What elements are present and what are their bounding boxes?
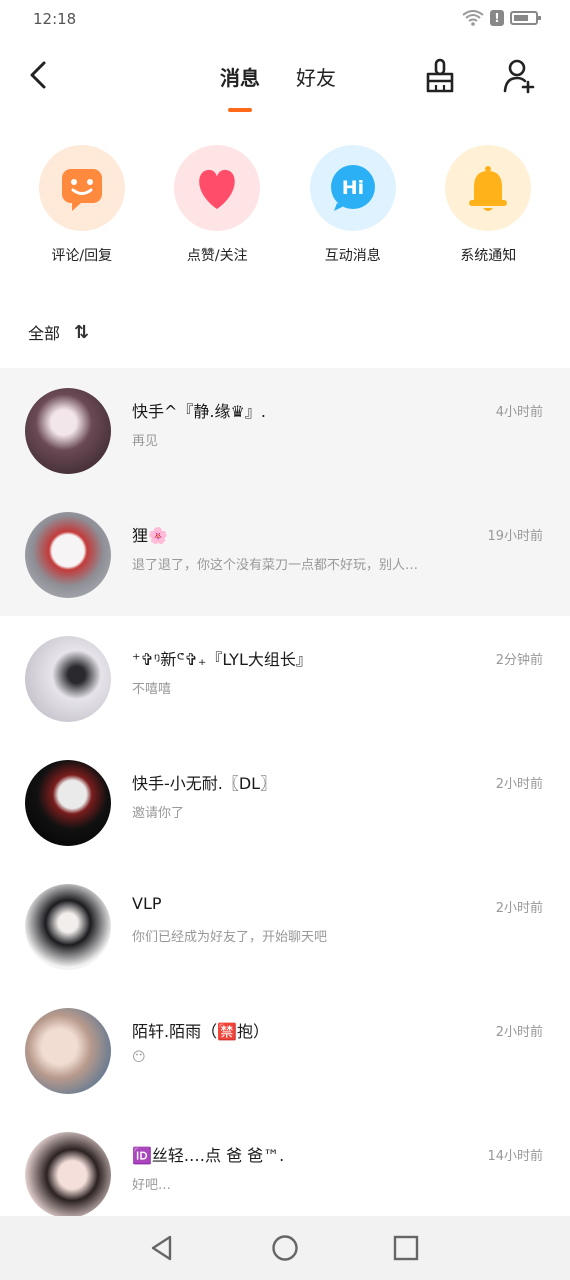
status-time: 12:18 — [33, 10, 77, 28]
conversation-name: 🆔丝轻.…点 爸 爸™. — [132, 1146, 285, 1165]
conversation-preview: 再见 — [132, 434, 159, 449]
filter-sort-row: 全部 ⇅ — [28, 320, 89, 344]
conversation-row[interactable]: 狸🌸 退了退了，你这个没有菜刀一点都不好玩，别人… 19小时前 — [0, 492, 570, 616]
quick-comments-label: 评论/回复 — [51, 248, 113, 264]
conversation-time: 2小时前 — [495, 777, 543, 792]
avatar — [25, 388, 111, 474]
quick-likes-label: 点赞/关注 — [186, 248, 248, 264]
comment-icon — [38, 145, 125, 231]
avatar — [25, 636, 111, 722]
conversation-time: 2分钟前 — [495, 653, 543, 668]
avatar — [25, 884, 111, 970]
hi-glyph: Hi — [342, 177, 364, 199]
conversation-row[interactable]: 陌轩.陌雨（🈲抱） 😶 2小时前 — [0, 988, 570, 1112]
bell-icon — [445, 145, 532, 231]
conversation-row[interactable]: 快手-小无耐.〖DL〗 邀请你了 2小时前 — [0, 740, 570, 864]
heart-icon — [174, 145, 261, 231]
conversation-preview: 😶 — [132, 1050, 146, 1065]
back-icon[interactable] — [24, 60, 54, 90]
conversation-name: VLP — [132, 894, 162, 913]
broom-icon[interactable] — [424, 58, 456, 94]
wifi-icon — [462, 10, 484, 26]
home-circle-icon[interactable] — [271, 1234, 299, 1262]
quick-likes-follows[interactable]: 点赞/关注 — [157, 145, 277, 275]
conversation-time: 19小时前 — [487, 529, 543, 544]
conversation-preview: 好吧… — [132, 1178, 172, 1193]
conversation-row[interactable]: ⁺✞ᵑ新ᕪ✞₊『LYL大组长』 不嘻嘻 2分钟前 — [0, 616, 570, 740]
status-icons: ! — [462, 10, 541, 26]
quick-actions: 评论/回复 点赞/关注 Hi 互动消息 系统通知 — [0, 145, 570, 275]
quick-interactions-label: 互动消息 — [324, 248, 381, 264]
conversation-list: 快手^『静.缘♛』. 再见 4小时前 狸🌸 退了退了，你这个没有菜刀一点都不好玩… — [0, 368, 570, 1236]
conversation-name: 快手^『静.缘♛』. — [132, 402, 266, 421]
tab-friends-label: 好友 — [296, 66, 336, 90]
sort-icon[interactable]: ⇅ — [74, 322, 89, 343]
avatar — [25, 512, 111, 598]
status-bar: 12:18 ! — [0, 0, 570, 40]
conversation-time: 2小时前 — [495, 1025, 543, 1040]
top-navigation: 消息 好友 — [0, 40, 570, 120]
system-nav-bar — [0, 1216, 570, 1280]
conversation-row[interactable]: VLP 你们已经成为好友了，开始聊天吧 2小时前 — [0, 864, 570, 988]
avatar — [25, 1132, 111, 1218]
conversation-row[interactable]: 快手^『静.缘♛』. 再见 4小时前 — [0, 368, 570, 492]
conversation-name: 狸🌸 — [132, 526, 168, 545]
conversation-name: ⁺✞ᵑ新ᕪ✞₊『LYL大组长』 — [132, 650, 312, 669]
hi-icon: Hi — [309, 145, 396, 231]
tab-bar: 消息 好友 — [220, 62, 336, 112]
conversation-preview: 邀请你了 — [132, 806, 185, 821]
avatar — [25, 1008, 111, 1094]
alert-icon: ! — [490, 10, 504, 26]
active-tab-indicator — [228, 108, 252, 112]
conversation-preview: 你们已经成为好友了，开始聊天吧 — [132, 930, 328, 945]
quick-interactions[interactable]: Hi 互动消息 — [293, 145, 413, 275]
back-triangle-icon[interactable] — [148, 1234, 176, 1262]
tab-friends[interactable]: 好友 — [296, 62, 336, 91]
conversation-time: 4小时前 — [495, 405, 543, 420]
conversation-time: 14小时前 — [487, 1149, 543, 1164]
add-user-icon[interactable] — [502, 58, 536, 94]
recents-square-icon[interactable] — [392, 1234, 420, 1262]
conversation-preview: 不嘻嘻 — [132, 682, 172, 697]
quick-comments-replies[interactable]: 评论/回复 — [22, 145, 142, 275]
quick-system-notice[interactable]: 系统通知 — [428, 145, 548, 275]
tab-messages[interactable]: 消息 — [220, 62, 260, 112]
battery-icon — [510, 11, 541, 25]
conversation-time: 2小时前 — [495, 901, 543, 916]
filter-all-label[interactable]: 全部 — [28, 320, 60, 344]
conversation-name: 快手-小无耐.〖DL〗 — [132, 774, 277, 793]
avatar — [25, 760, 111, 846]
conversation-preview: 退了退了，你这个没有菜刀一点都不好玩，别人… — [132, 558, 419, 573]
tab-messages-label: 消息 — [220, 66, 260, 90]
quick-system-label: 系统通知 — [460, 248, 517, 264]
conversation-name: 陌轩.陌雨（🈲抱） — [132, 1022, 270, 1041]
